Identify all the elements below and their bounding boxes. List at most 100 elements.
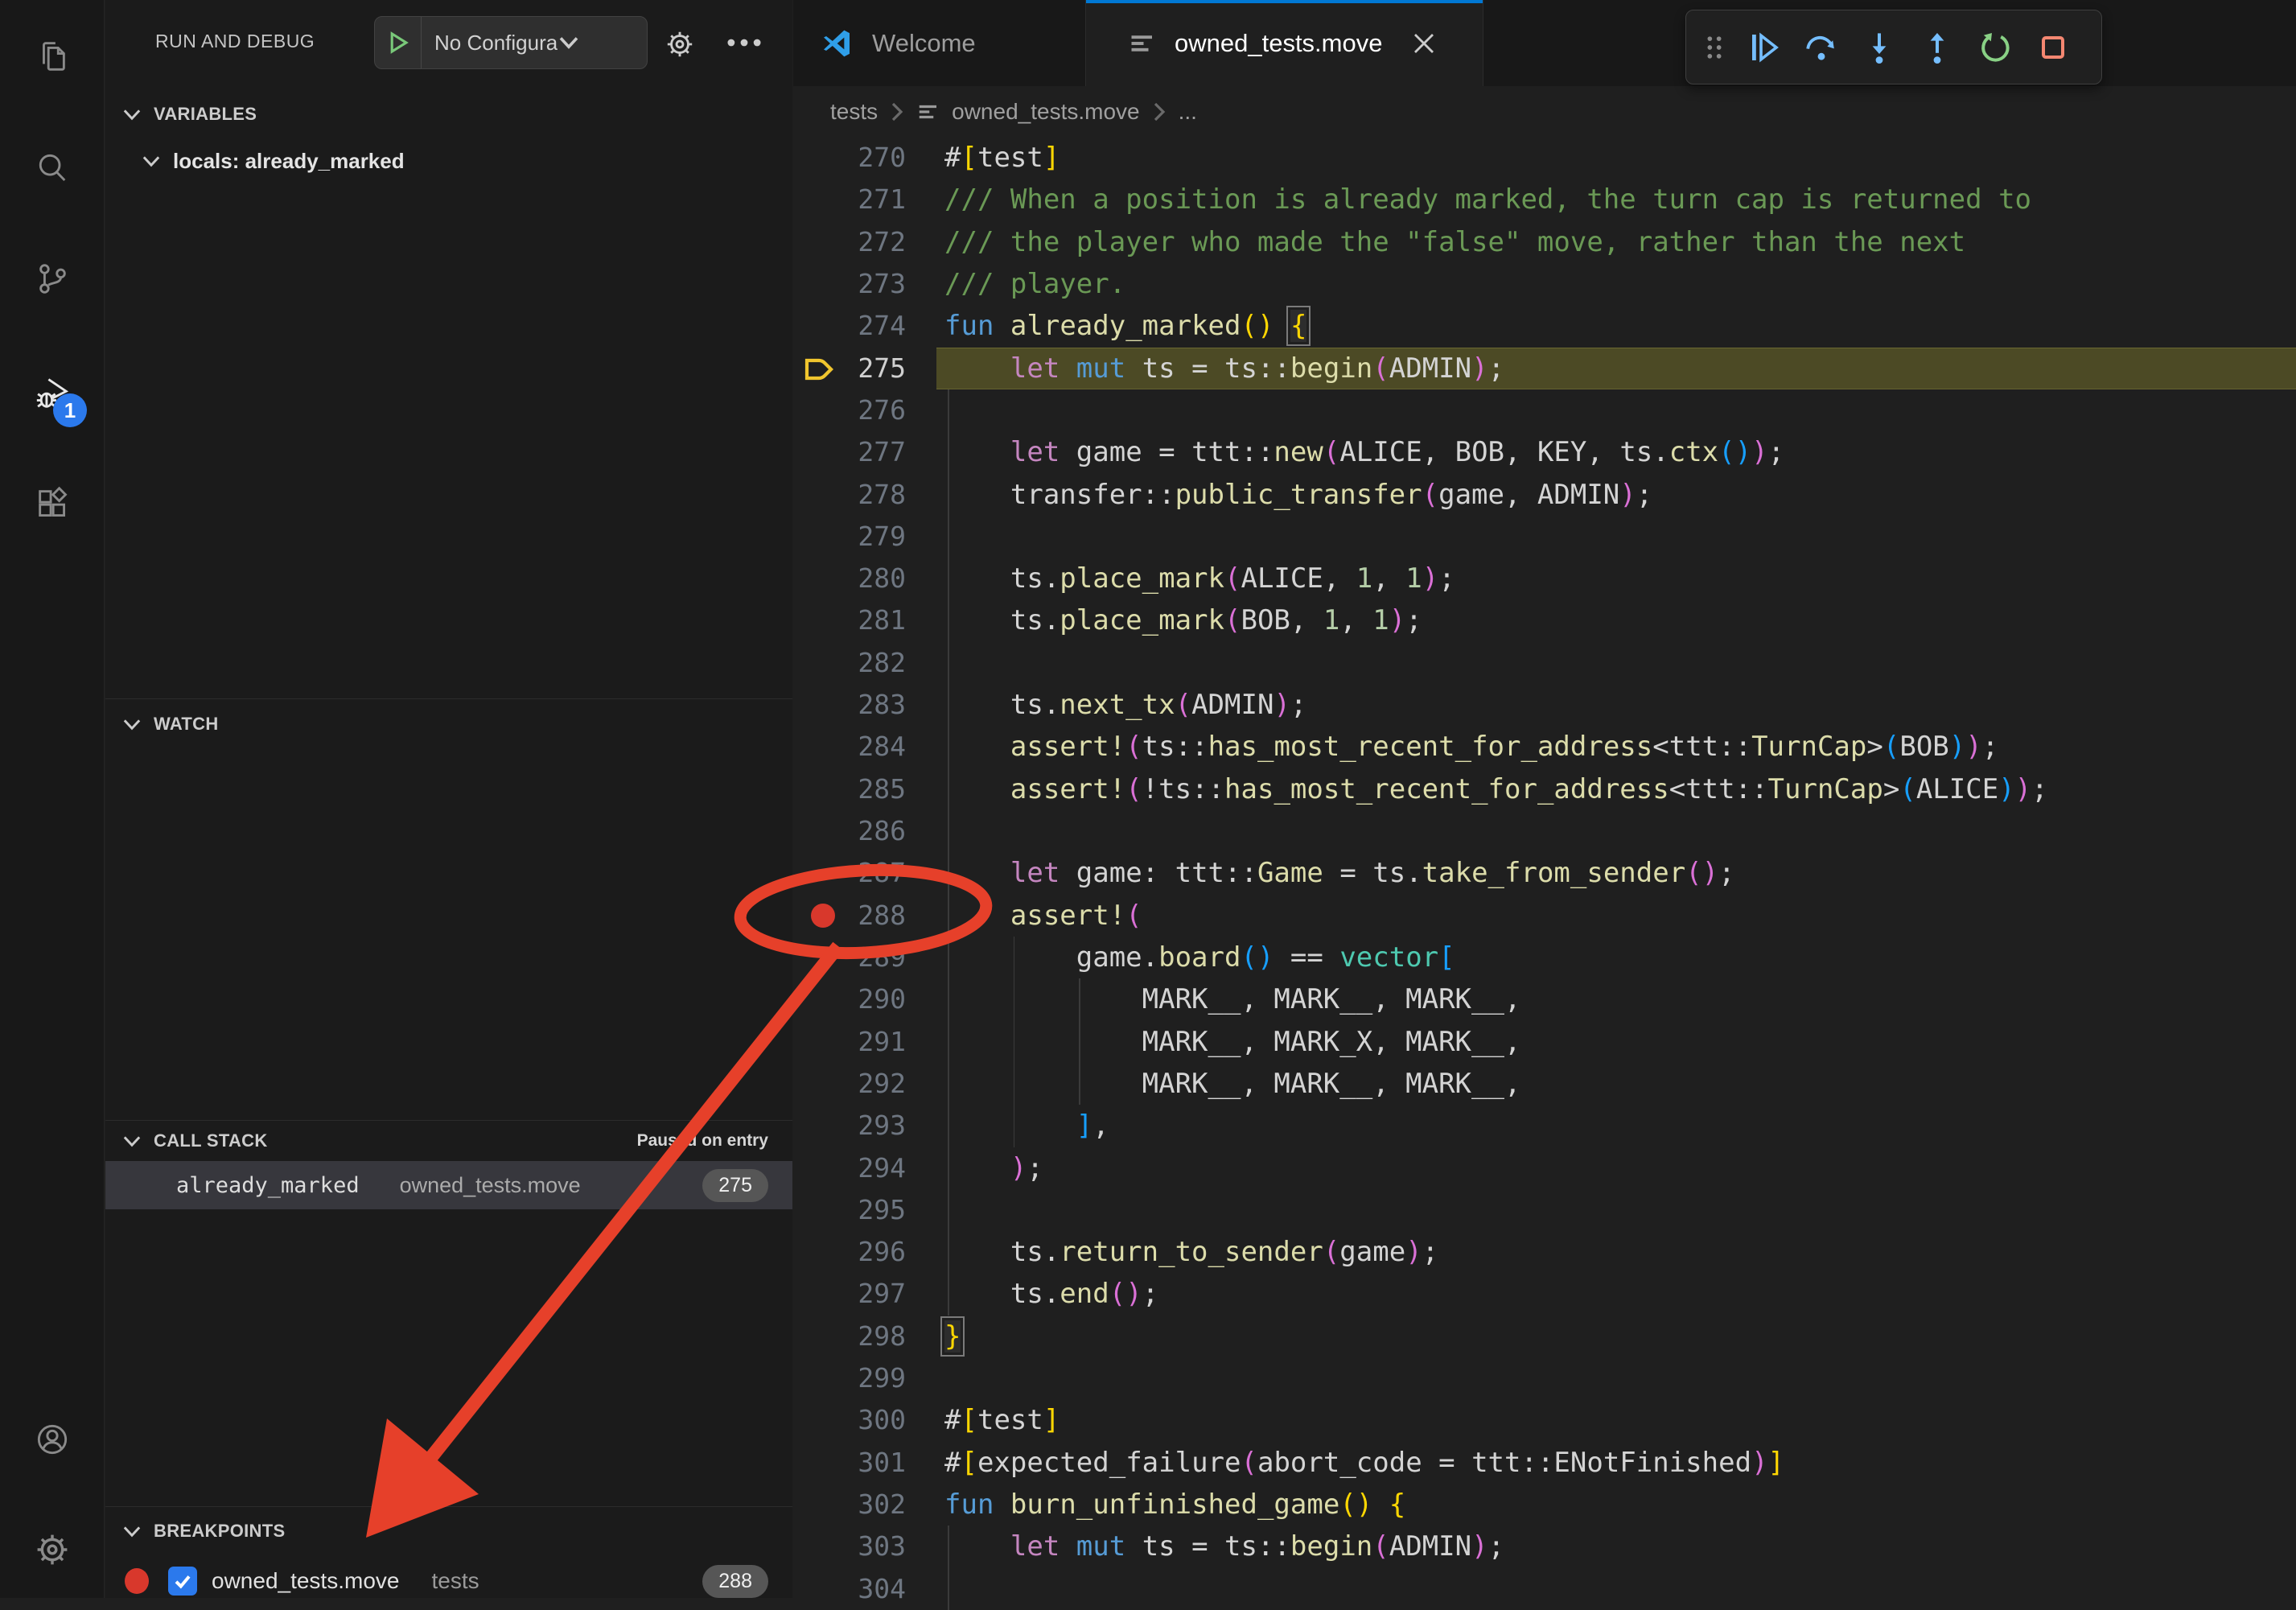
code-line-288[interactable]: 288 assert!( (793, 895, 2296, 937)
code-lines: 270#[test]271/// When a position is alre… (793, 137, 2296, 1610)
search-icon[interactable] (34, 150, 71, 187)
code-line-289[interactable]: 289 game.board() == vector[ (793, 937, 2296, 978)
line-number[interactable]: 279 (793, 516, 906, 558)
code-line-292[interactable]: 292 MARK__, MARK__, MARK__, (793, 1063, 2296, 1105)
code-line-284[interactable]: 284 assert!(ts::has_most_recent_for_addr… (793, 726, 2296, 768)
frame-file-name: owned_tests.move (400, 1173, 581, 1198)
code-line-303[interactable]: 303 let mut ts = ts::begin(ADMIN); (793, 1526, 2296, 1567)
call-stack-section-header[interactable]: CALL STACK Paused on entry (105, 1121, 792, 1161)
code-text: /// When a position is already marked, t… (793, 179, 2296, 220)
breadcrumb: tests owned_tests.move ... (793, 86, 2296, 137)
code-line-286[interactable]: 286 (793, 810, 2296, 852)
continue-button[interactable] (1734, 19, 1792, 76)
code-text: assert!( (793, 895, 2296, 937)
line-number[interactable]: 282 (793, 642, 906, 684)
breakpoint-row[interactable]: owned_tests.move tests 288 (105, 1558, 792, 1604)
code-text: /// player. (793, 263, 2296, 305)
code-line-276[interactable]: 276 (793, 389, 2296, 431)
extensions-icon[interactable] (34, 485, 71, 522)
breadcrumb-item-symbol[interactable]: ... (1179, 99, 1197, 125)
code-line-301[interactable]: 301#[expected_failure(abort_code = ttt::… (793, 1442, 2296, 1484)
code-text: #[test] (793, 137, 2296, 179)
code-line-280[interactable]: 280 ts.place_mark(ALICE, 1, 1); (793, 558, 2296, 599)
code-line-294[interactable]: 294 ); (793, 1147, 2296, 1189)
code-text: game.board() == vector[ (793, 937, 2296, 978)
code-line-297[interactable]: 297 ts.end(); (793, 1273, 2296, 1315)
activity-bar: 1 (0, 0, 105, 1598)
close-icon[interactable] (1413, 32, 1435, 55)
code-line-300[interactable]: 300#[test] (793, 1399, 2296, 1441)
account-icon[interactable] (34, 1421, 71, 1458)
launch-config-dropdown[interactable]: No Configura (374, 16, 648, 69)
code-line-274[interactable]: 274fun already_marked() { (793, 305, 2296, 347)
check-icon (173, 1571, 192, 1591)
watch-section-header[interactable]: WATCH (105, 699, 792, 749)
code-line-275[interactable]: 275 let mut ts = ts::begin(ADMIN); (793, 348, 2296, 389)
code-text: let game = ttt::new(ALICE, BOB, KEY, ts.… (793, 431, 2296, 473)
toolbar-drag-handle[interactable] (1694, 19, 1734, 76)
code-line-282[interactable]: 282 (793, 642, 2296, 684)
variables-locals-item[interactable]: locals: already_marked (105, 138, 792, 183)
code-line-290[interactable]: 290 MARK__, MARK__, MARK__, (793, 978, 2296, 1020)
start-debug-button[interactable] (375, 17, 422, 68)
settings-gear-icon[interactable] (34, 1531, 71, 1568)
explorer-icon[interactable] (34, 37, 71, 74)
call-stack-section-label: CALL STACK (154, 1130, 268, 1151)
code-line-285[interactable]: 285 assert!(!ts::has_most_recent_for_add… (793, 768, 2296, 810)
chevron-down-icon (123, 109, 141, 121)
code-line-283[interactable]: 283 ts.next_tx(ADMIN); (793, 684, 2296, 726)
code-line-277[interactable]: 277 let game = ttt::new(ALICE, BOB, KEY,… (793, 431, 2296, 473)
locals-label: locals: already_marked (173, 149, 405, 174)
step-out-button[interactable] (1908, 19, 1966, 76)
code-line-293[interactable]: 293 ], (793, 1105, 2296, 1147)
code-line-273[interactable]: 273/// player. (793, 263, 2296, 305)
more-actions-icon[interactable] (726, 37, 762, 51)
line-number[interactable]: 276 (793, 389, 906, 431)
stop-button[interactable] (2024, 19, 2082, 76)
code-line-298[interactable]: 298} (793, 1316, 2296, 1357)
variables-section-header[interactable]: VARIABLES (105, 90, 792, 138)
sidebar-header: RUN AND DEBUG No Configura (105, 0, 792, 89)
code-line-270[interactable]: 270#[test] (793, 137, 2296, 179)
code-line-287[interactable]: 287 let game: ttt::Game = ts.take_from_s… (793, 852, 2296, 894)
code-line-272[interactable]: 272/// the player who made the "false" m… (793, 221, 2296, 263)
code-line-281[interactable]: 281 ts.place_mark(BOB, 1, 1); (793, 599, 2296, 641)
code-line-279[interactable]: 279 (793, 516, 2296, 558)
code-line-271[interactable]: 271/// When a position is already marked… (793, 179, 2296, 220)
code-text: MARK__, MARK__, MARK__, (793, 978, 2296, 1020)
source-control-icon[interactable] (34, 260, 71, 297)
code-line-295[interactable]: 295 (793, 1189, 2296, 1231)
line-number[interactable]: 295 (793, 1189, 906, 1231)
restart-button[interactable] (1966, 19, 2024, 76)
code-text: let mut ts = ts::begin(ADMIN); (793, 1526, 2296, 1567)
line-number[interactable]: 286 (793, 810, 906, 852)
debug-session-count-badge: 1 (53, 393, 87, 427)
code-line-291[interactable]: 291 MARK__, MARK_X, MARK__, (793, 1021, 2296, 1063)
call-stack-frame-row[interactable]: already_marked owned_tests.move 275 (105, 1161, 792, 1209)
line-number[interactable]: 304 (793, 1568, 906, 1610)
breadcrumb-item-tests[interactable]: tests (830, 99, 878, 125)
tab-welcome[interactable]: Welcome (793, 0, 1086, 86)
code-line-304[interactable]: 304 (793, 1568, 2296, 1610)
code-line-296[interactable]: 296 ts.return_to_sender(game); (793, 1231, 2296, 1273)
step-over-icon (1802, 28, 1841, 67)
code-line-299[interactable]: 299 (793, 1357, 2296, 1399)
breakpoint-checkbox[interactable] (168, 1567, 197, 1596)
chevron-down-icon (123, 1135, 141, 1147)
step-into-button[interactable] (1850, 19, 1908, 76)
debug-settings-gear-icon[interactable] (665, 29, 695, 64)
step-over-button[interactable] (1792, 19, 1850, 76)
code-text: } (793, 1316, 2296, 1357)
indent-guide (948, 810, 949, 852)
paused-status-text: Paused on entry (637, 1121, 768, 1161)
breadcrumb-item-file[interactable]: owned_tests.move (952, 99, 1139, 125)
tab-owned-tests-move[interactable]: owned_tests.move (1086, 0, 1483, 86)
breakpoints-section-header[interactable]: BREAKPOINTS (105, 1507, 792, 1555)
chevron-down-icon (123, 719, 141, 731)
line-number[interactable]: 299 (793, 1357, 906, 1399)
code-line-302[interactable]: 302fun burn_unfinished_game() { (793, 1484, 2296, 1526)
code-text: MARK__, MARK__, MARK__, (793, 1063, 2296, 1105)
code-line-278[interactable]: 278 transfer::public_transfer(game, ADMI… (793, 474, 2296, 516)
breakpoint-line-badge: 288 (702, 1565, 768, 1598)
chevron-right-icon (891, 102, 903, 121)
